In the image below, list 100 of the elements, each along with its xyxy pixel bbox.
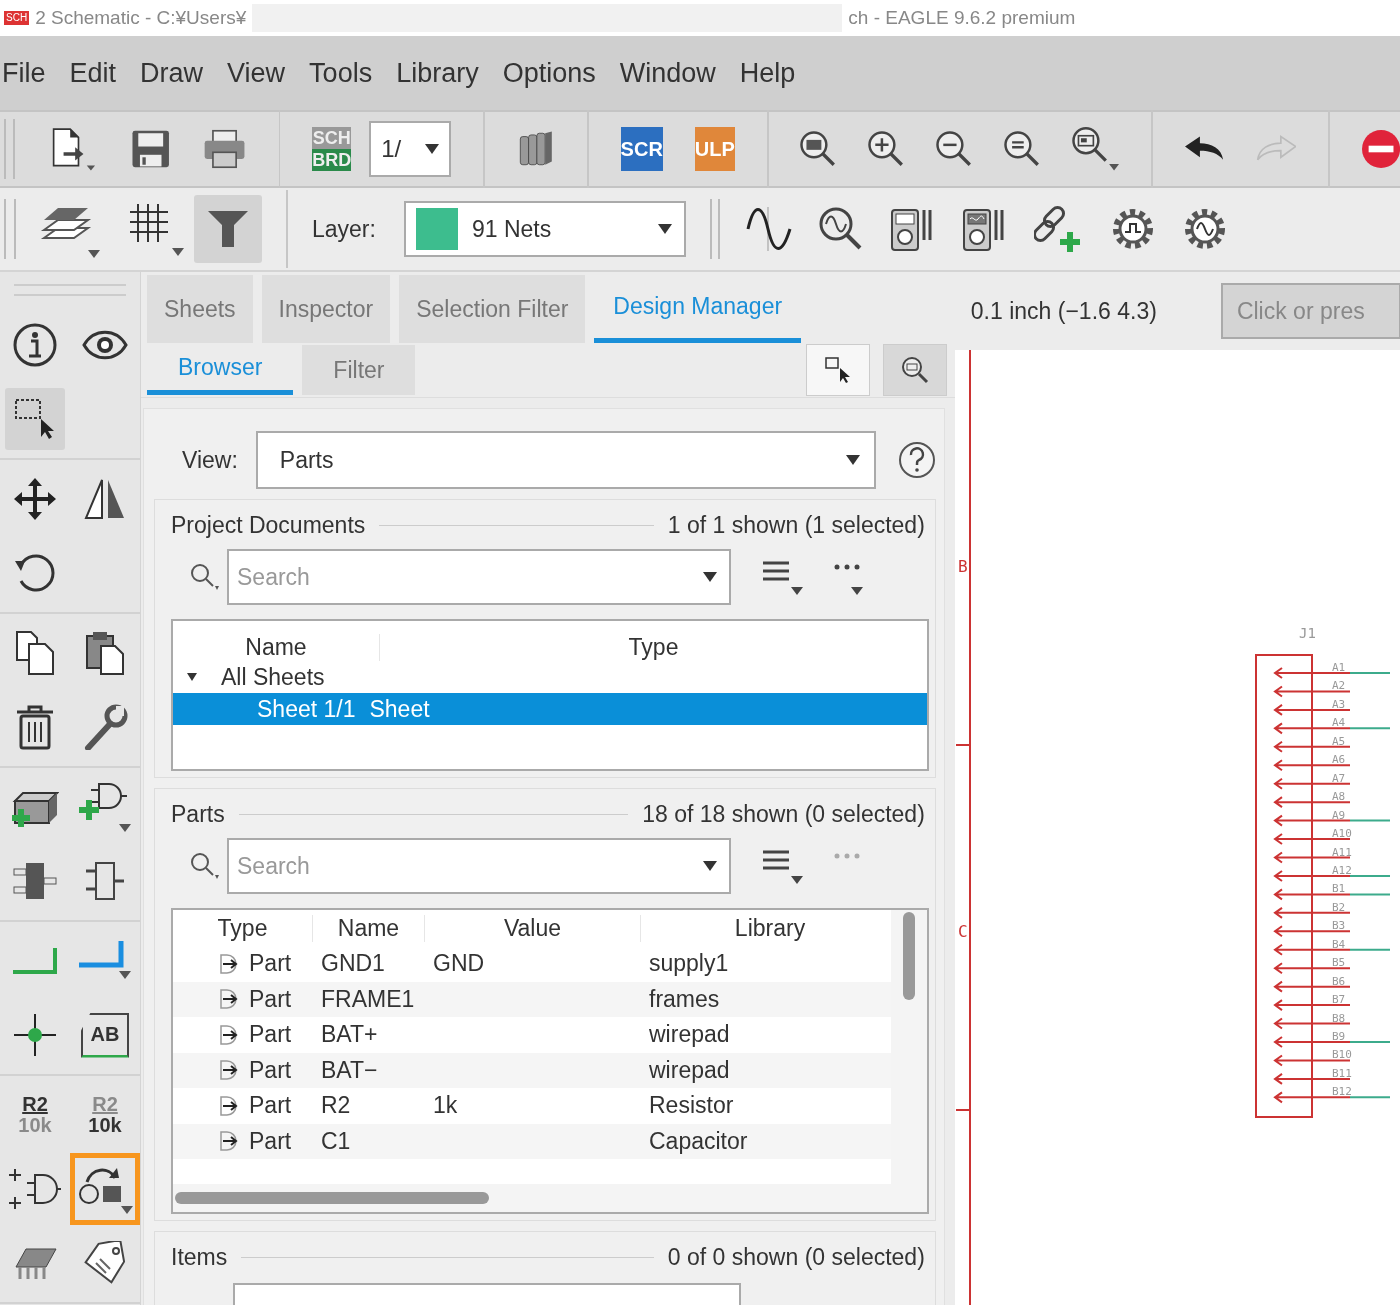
select-tool-button[interactable] [5,388,65,450]
layer-dropdown[interactable]: 91 Nets [403,201,686,257]
table-cell: Part [249,985,292,1013]
command-field[interactable]: Click or pres [1220,283,1400,339]
pin-label: A11 [1331,845,1352,859]
window-title: ch - EAGLE 9.6.2 premium [848,7,1076,29]
zoom-to-button[interactable] [882,344,947,397]
table-cell-text: frames [648,985,721,1013]
column-header[interactable]: Type [380,634,927,661]
pin-label: B10 [1331,1048,1352,1062]
pin-label: B6 [1331,974,1346,988]
search-icon[interactable] [189,562,219,592]
tree-item[interactable]: All Sheets [221,663,325,691]
shown-count: 1 of 1 shown (1 selected) [667,512,925,539]
pin-label: B5 [1331,956,1346,970]
column-header[interactable]: Library [641,914,891,942]
view-dropdown[interactable]: Parts [255,431,876,489]
schematic-canvas[interactable]: B C J1 A1 A2 A3 A4 A5 A6 A7 A8 A9 A10 A11 A12 B1 B2 B3 B4 B5 B6 B7 B8 B9 B10 B11 B12 [954,350,1400,1305]
search-icon[interactable] [189,851,219,881]
pin-label: A3 [1331,697,1346,711]
select-in-canvas-button[interactable] [805,344,870,397]
menu-item[interactable]: File [2,57,46,89]
filter-button[interactable] [194,195,262,263]
view-label: View: [182,446,238,474]
pin-label: A4 [1331,716,1346,730]
sheet-row[interactable]: Sheet 1/1 Sheet [173,693,927,725]
pin-label: B3 [1331,919,1346,933]
table-cell: Part [249,1092,292,1120]
table-cell: GND [433,950,485,977]
toolbar-grip[interactable] [4,199,16,259]
table-cell-text: Capacitor [648,1127,749,1155]
caret-icon [425,144,440,154]
menu-item[interactable]: View [227,57,286,89]
pin-label: B2 [1331,900,1346,914]
menu-item[interactable]: Edit [69,57,117,89]
menu-item[interactable]: Library [396,57,479,89]
pin-label: A6 [1331,753,1346,767]
pin-label: A7 [1331,771,1346,785]
shown-count: 18 of 18 shown (0 selected) [642,801,925,828]
toolbar-grip[interactable] [4,119,15,179]
pin-label: B4 [1331,937,1346,951]
expand-icon[interactable] [187,672,197,682]
column-header[interactable]: Value [425,914,641,942]
table-cell-text: R2 [320,1092,352,1120]
menu-item[interactable]: Draw [140,57,204,89]
table-cell-text: BAT− [320,1056,379,1084]
pin-label: B7 [1331,993,1346,1007]
column-header[interactable]: Name [313,914,425,942]
search-field[interactable]: Search [227,549,731,605]
toolbar-grip[interactable] [709,199,720,259]
pin-label: A10 [1331,827,1352,841]
script-button[interactable]: SCR [620,127,663,171]
label-tool-button[interactable]: AB [81,1012,129,1058]
add-gate-icon[interactable] [77,780,133,834]
table-cell: Part [249,1021,292,1049]
pin-label: A12 [1331,863,1352,877]
scrollbar-thumb[interactable] [175,1192,489,1204]
table-cell-text: wirepad [648,1021,731,1049]
sheet-dropdown[interactable]: 1/ [369,121,452,177]
caret-icon [703,572,717,582]
frame-zone-label: C [957,922,968,941]
wrench-icon[interactable] [82,704,128,750]
info-icon[interactable] [12,322,58,368]
sine-wave-icon[interactable] [745,207,792,251]
menu-item[interactable]: Tools [309,57,373,89]
name-tool-button[interactable]: R2 10k [18,1094,52,1136]
column-header[interactable]: Type [173,914,313,942]
help-icon[interactable] [897,441,936,479]
tag-icon[interactable] [82,1241,128,1285]
table-cell: Sheet 1/1 [257,695,356,723]
part-name-label: J1 [1298,625,1316,641]
layer-label: Layer: [312,215,376,243]
table-cell-text: BAT+ [320,1021,379,1049]
move-icon[interactable] [12,476,58,522]
search-field[interactable]: Search [227,838,731,894]
pin-label: A8 [1331,790,1346,804]
replace-tool-button[interactable] [70,1153,140,1225]
toolbar-grip[interactable] [14,284,126,296]
pin-label: B9 [1331,1030,1346,1043]
menu-item[interactable]: Options [502,57,596,89]
junction-icon[interactable] [12,1012,58,1058]
copy-icon[interactable] [13,630,57,676]
table-cell-text: Resistor [648,1092,735,1120]
probe-icon[interactable] [817,206,864,252]
rotate-icon[interactable] [13,551,57,595]
menu-item[interactable]: Window [619,57,716,89]
column-header[interactable]: Name [173,634,380,661]
value-tool-button[interactable]: R2 10k [88,1094,122,1136]
smd-package-icon[interactable] [12,861,58,901]
pin-label: B1 [1331,882,1346,896]
search-field[interactable] [233,1283,741,1305]
paste-icon[interactable] [83,630,127,676]
scrollbar-thumb[interactable] [903,912,915,1000]
filter-icon [206,209,250,249]
table-cell: Part [249,1056,292,1084]
table-cell-text: FRAME1 [320,985,416,1013]
delete-icon[interactable] [15,704,55,750]
eye-icon[interactable] [82,328,128,362]
menu-item[interactable]: Help [739,57,796,89]
caret-icon [845,455,860,465]
